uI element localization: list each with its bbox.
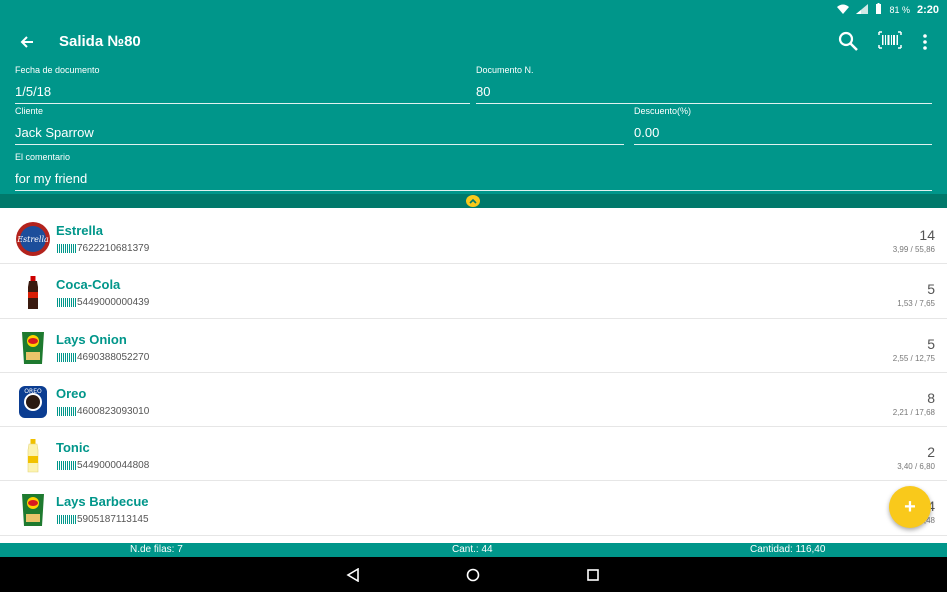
wifi-icon	[837, 4, 850, 17]
item-barcode-value: 4690388052270	[77, 351, 150, 363]
search-button[interactable]	[837, 30, 861, 54]
chips-bag-icon	[14, 329, 52, 367]
item-barcode: 7622210681379	[57, 243, 149, 254]
item-barcode-value: 4600823093010	[77, 405, 150, 417]
item-price: 3,99 / 55,86	[892, 245, 935, 254]
list-item[interactable]: Tonic 5449000044808 2 3,40 / 6,80	[0, 427, 947, 482]
battery-icon	[875, 3, 882, 17]
overflow-menu-button[interactable]	[918, 30, 932, 54]
list-item[interactable]: Estrella Estrella 7622210681379 14 3,99 / 55…	[0, 210, 947, 265]
item-barcode-value: 7622210681379	[77, 243, 150, 254]
discount-field[interactable]: Descuento(%) 0.00	[634, 106, 932, 145]
header: 81 % 2:20 Salida №80 Fecha de documento …	[0, 0, 947, 194]
discount-input[interactable]: 0.00	[634, 125, 932, 145]
svg-text:OREO: OREO	[24, 388, 42, 395]
item-quantity: 8	[927, 389, 935, 406]
search-icon	[838, 31, 858, 51]
system-nav-bar	[0, 557, 947, 592]
list-item[interactable]: Coca-Cola 5449000000439 5 1,53 / 7,65	[0, 264, 947, 319]
comment-label: El comentario	[15, 152, 71, 162]
barcode-icon	[57, 461, 76, 471]
triangle-back-icon	[346, 568, 359, 582]
item-list: Estrella Estrella 7622210681379 14 3,99 / 55…	[0, 210, 947, 541]
item-price: 1,53 / 7,65	[897, 299, 935, 309]
more-vert-icon	[923, 34, 927, 50]
document-number-input[interactable]: 80	[476, 84, 932, 104]
list-item[interactable]: OREO Oreo 4600823093010 8 2,21 / 17,68	[0, 372, 947, 428]
back-button[interactable]	[14, 30, 40, 54]
toolbar: Salida №80	[0, 22, 947, 62]
square-recents-icon	[587, 569, 599, 581]
signal-icon	[856, 3, 869, 17]
page-title: Salida №80	[59, 33, 141, 50]
summary-quantity: Cant.: 44	[452, 544, 493, 555]
item-barcode-value: 5449000000439	[77, 297, 150, 309]
item-price: 2,21 / 17,68	[892, 407, 935, 417]
barcode-icon	[57, 298, 76, 308]
cookie-pack-icon: OREO	[14, 383, 52, 421]
item-barcode: 4690388052270	[57, 352, 149, 363]
item-quantity: 5	[927, 281, 935, 298]
status-bar: 81 % 2:20	[0, 0, 947, 20]
clock: 2:20	[916, 4, 939, 16]
item-price: 2,55 / 12,75	[892, 353, 935, 363]
client-input[interactable]: Jack Sparrow	[15, 125, 624, 145]
chevron-up-icon	[469, 198, 477, 204]
document-date-field[interactable]: Fecha de documento 1/5/18	[15, 65, 470, 104]
circle-home-icon	[466, 568, 480, 582]
plus-icon: +	[904, 495, 916, 518]
document-date-input[interactable]: 1/5/18	[15, 84, 470, 104]
item-quantity: 14	[919, 227, 935, 243]
item-quantity: 2	[927, 444, 935, 461]
barcode-icon	[57, 352, 76, 362]
collapse-button[interactable]	[466, 195, 480, 207]
document-date-label: Fecha de documento	[15, 65, 100, 75]
item-barcode: 5449000000439	[57, 297, 149, 308]
barcode-icon	[57, 406, 76, 416]
tonic-bottle-icon	[14, 437, 52, 475]
item-name: Lays Barbecue	[56, 494, 149, 510]
client-field[interactable]: Cliente Jack Sparrow	[15, 106, 624, 145]
item-quantity: 5	[927, 335, 935, 352]
item-price: 3,40 / 6,80	[897, 462, 935, 472]
beer-can-icon: Estrella	[14, 220, 52, 258]
document-number-field[interactable]: Documento N. 80	[476, 65, 932, 104]
item-barcode: 5449000044808	[57, 460, 149, 471]
arrow-back-icon	[20, 36, 33, 48]
item-barcode: 5905187113145	[57, 514, 149, 525]
battery-percent: 81 %	[889, 5, 910, 15]
barcode-scan-button[interactable]	[878, 31, 904, 53]
add-item-button[interactable]: +	[889, 486, 931, 528]
summary-bar: N.de filas: 7 Cant.: 44 Cantidad: 116,40	[0, 543, 947, 557]
document-number-label: Documento N.	[476, 65, 534, 75]
nav-back-button[interactable]	[344, 566, 362, 584]
nav-home-button[interactable]	[464, 566, 482, 584]
item-name: Lays Onion	[56, 331, 127, 347]
comment-input[interactable]: for my friend	[15, 171, 932, 191]
list-item[interactable]: Lays Onion 4690388052270 5 2,55 / 12,75	[0, 318, 947, 373]
cola-bottle-icon	[14, 274, 52, 312]
barcode-icon	[57, 244, 76, 253]
svg-text:Estrella: Estrella	[16, 235, 49, 244]
item-name: Coca-Cola	[56, 277, 121, 293]
client-label: Cliente	[15, 106, 44, 116]
summary-amount: Cantidad: 116,40	[750, 544, 826, 555]
item-name: Tonic	[56, 440, 90, 456]
item-barcode-value: 5905187113145	[77, 514, 149, 526]
barcode-icon	[57, 515, 76, 525]
chips-bag-icon	[14, 491, 52, 529]
item-name: Oreo	[56, 385, 87, 401]
list-item[interactable]: Lays Barbecue590518711314542,12 / 8,48	[0, 481, 947, 536]
item-name: Estrella	[56, 223, 103, 238]
summary-rows: N.de filas: 7	[130, 544, 183, 555]
item-barcode: 4600823093010	[57, 406, 149, 417]
nav-recents-button[interactable]	[584, 566, 602, 584]
item-barcode-value: 5449000044808	[77, 460, 150, 472]
discount-label: Descuento(%)	[634, 106, 692, 116]
comment-field[interactable]: El comentario for my friend	[15, 152, 932, 191]
barcode-icon	[878, 31, 902, 49]
